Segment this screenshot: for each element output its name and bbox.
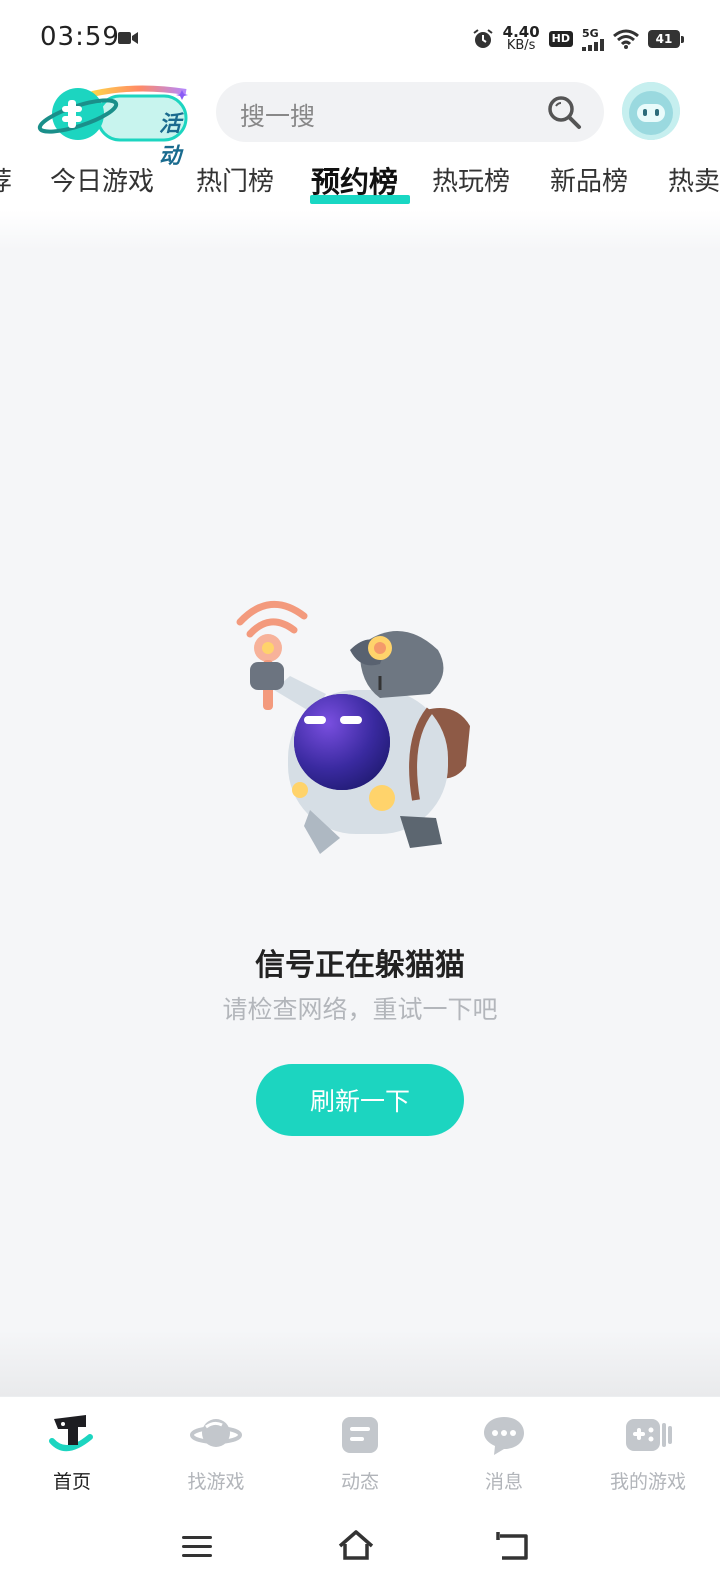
- alarm-icon: [473, 29, 493, 48]
- refresh-button[interactable]: 刷新一下: [256, 1064, 464, 1136]
- feed-icon: [342, 1417, 378, 1453]
- nav-find-games-label: 找游戏: [187, 1471, 245, 1493]
- cellular-signal: 5G: [582, 28, 604, 51]
- status-bar: 03:59 4.40 KB/s HD 5G 41: [0, 0, 720, 76]
- home-button-icon[interactable]: [336, 1526, 376, 1566]
- back-icon[interactable]: [494, 1526, 532, 1566]
- avatar-robot-icon: [622, 82, 680, 140]
- search-icon[interactable]: [546, 94, 582, 130]
- menu-icon[interactable]: [180, 1526, 214, 1566]
- system-nav-bar: [0, 1506, 720, 1592]
- status-time: 03:59: [40, 22, 120, 52]
- category-tabs: 荐 今日游戏 热门榜 预约榜 热玩榜 新品榜 热卖: [0, 162, 720, 210]
- tab-reservation-list[interactable]: 预约榜: [311, 162, 398, 206]
- battery-indicator: 41: [648, 30, 684, 48]
- network-speed-unit: KB/s: [506, 38, 536, 53]
- avatar[interactable]: [622, 82, 680, 140]
- search-bar[interactable]: 搜一搜: [216, 82, 604, 142]
- network-speed: 4.40 KB/s: [503, 25, 540, 53]
- nav-messages-label: 消息: [484, 1471, 523, 1493]
- nav-home[interactable]: 首页: [0, 1411, 144, 1494]
- tab-hot-sale-list[interactable]: 热卖: [668, 162, 720, 206]
- planet-icon: [190, 1419, 242, 1447]
- tab-recommend[interactable]: 荐: [0, 162, 12, 206]
- home-icon: [49, 1415, 93, 1451]
- signal-label: 5G: [582, 26, 599, 40]
- nav-messages[interactable]: 消息: [432, 1411, 576, 1494]
- tab-hot-play-list[interactable]: 热玩榜: [432, 162, 510, 206]
- tab-hot-list[interactable]: 热门榜: [196, 162, 274, 206]
- status-indicators: 4.40 KB/s HD 5G 41: [472, 24, 684, 54]
- empty-state-title: 信号正在躲猫猫: [255, 948, 465, 983]
- nav-home-label: 首页: [52, 1471, 91, 1493]
- nav-feed-label: 动态: [340, 1471, 379, 1493]
- gamepad-icon: [626, 1419, 672, 1451]
- activity-label: 活动: [159, 112, 182, 169]
- wifi-icon: [613, 29, 639, 49]
- hd-badge: HD: [548, 31, 573, 47]
- app-header: 活动 搜一搜 荐 今日游戏 热门榜 预约榜 热玩榜 新品榜 热卖: [0, 76, 720, 210]
- empty-state: 信号正在躲猫猫 请检查网络，重试一下吧 刷新一下: [0, 210, 720, 1396]
- empty-state-subtitle: 请检查网络，重试一下吧: [222, 995, 498, 1024]
- message-icon: [484, 1417, 524, 1455]
- bottom-nav: 首页 找游戏 动态 消息 我的游戏: [0, 1396, 720, 1507]
- nav-find-games[interactable]: 找游戏: [144, 1411, 288, 1494]
- nav-my-games-label: 我的游戏: [609, 1471, 686, 1493]
- activity-badge[interactable]: 活动: [36, 84, 192, 169]
- astronaut-signal-illustration: [236, 600, 470, 854]
- video-recording-icon: [118, 32, 138, 44]
- tab-new-list[interactable]: 新品榜: [550, 162, 628, 206]
- search-placeholder: 搜一搜: [240, 102, 316, 131]
- nav-my-games[interactable]: 我的游戏: [576, 1411, 720, 1494]
- signal-bars-icon: [582, 38, 604, 51]
- tab-today-games[interactable]: 今日游戏: [50, 162, 154, 206]
- nav-feed[interactable]: 动态: [288, 1411, 432, 1494]
